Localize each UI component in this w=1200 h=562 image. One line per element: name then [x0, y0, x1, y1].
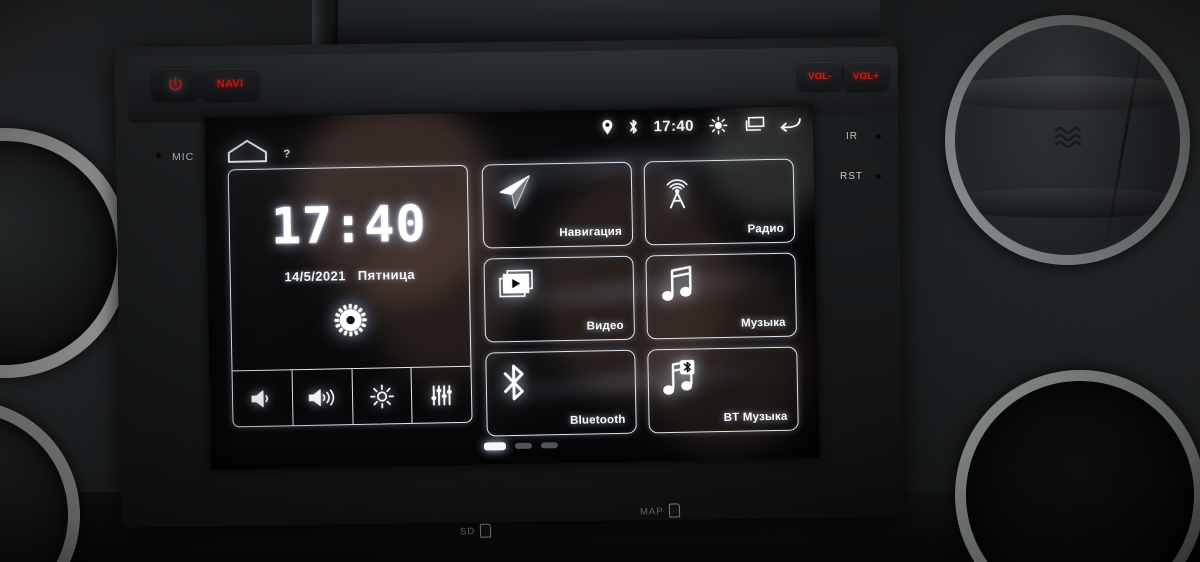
- equalizer-icon: [431, 384, 452, 406]
- tile-navigation[interactable]: Навигация: [481, 161, 634, 249]
- touchscreen-display[interactable]: 17:40 ? 17:40 14/5/2021 Пятница Навигаци…: [204, 106, 820, 470]
- tile-bluetooth-label: Bluetooth: [569, 413, 626, 427]
- air-vent-right-upper: [945, 15, 1190, 265]
- volume-up-quick-button[interactable]: [292, 369, 354, 426]
- power-button[interactable]: [151, 67, 199, 101]
- vent-blade-upper: [955, 75, 1180, 110]
- brightness-sun-icon[interactable]: [709, 115, 728, 135]
- power-icon: [168, 76, 182, 91]
- clock-panel[interactable]: 17:40 14/5/2021 Пятница: [227, 164, 473, 428]
- sd-card-icon: [479, 523, 492, 538]
- nav-row: ?: [227, 138, 290, 163]
- radio-tower-icon: [657, 170, 698, 216]
- page-indicator: [483, 441, 559, 451]
- status-bar-clock: 17:40: [653, 116, 695, 135]
- mic-hole: [156, 153, 161, 158]
- navi-button[interactable]: NAVI: [201, 67, 259, 101]
- bluetooth-music-icon: [660, 358, 703, 404]
- sun-icon: [369, 384, 394, 408]
- brightness-quick-button[interactable]: [352, 367, 413, 425]
- status-bar-right: 17:40: [601, 114, 801, 137]
- page-dot-2[interactable]: [514, 442, 533, 449]
- tile-music-label: Музыка: [740, 316, 786, 330]
- bluetooth-icon: [498, 362, 529, 410]
- volume-up-button[interactable]: VOL+: [843, 61, 889, 91]
- clock-date-row: 14/5/2021 Пятница: [284, 267, 415, 285]
- app-tiles: Навигация Радио Видео Музыка Bluetooth B…: [481, 158, 799, 437]
- tile-navigation-label: Навигация: [559, 225, 623, 240]
- sd-card-slot[interactable]: SD: [460, 523, 492, 538]
- location-pin-icon: [602, 119, 612, 135]
- music-note-icon: [659, 264, 698, 310]
- ir-hole: [876, 134, 881, 139]
- tile-bt-music-label: BT Музыка: [723, 410, 788, 424]
- home-icon[interactable]: [227, 139, 268, 164]
- sd-slot-label: SD: [459, 525, 476, 538]
- back-arrow-icon[interactable]: [780, 115, 801, 132]
- page-dot-3[interactable]: [540, 442, 559, 449]
- tile-video[interactable]: Видео: [483, 255, 636, 343]
- clock-time: 17:40: [270, 194, 428, 256]
- navi-button-label: NAVI: [216, 77, 244, 91]
- clock-date: 14/5/2021: [284, 268, 346, 285]
- dashboard-scene: NAVI VOL- VOL+ MIC IR RST SD MAP 17:40 ?…: [0, 0, 1200, 562]
- speaker-low-icon: [251, 389, 269, 407]
- equalizer-quick-button[interactable]: [412, 367, 472, 423]
- home-grid: 17:40 14/5/2021 Пятница Навигация Радио …: [227, 158, 799, 442]
- recent-apps-icon[interactable]: [743, 116, 765, 132]
- map-slot-label: MAP: [639, 505, 664, 518]
- settings-button[interactable]: [333, 303, 368, 343]
- vent-blade-split: [1102, 26, 1146, 254]
- ir-label: IR: [846, 131, 858, 142]
- help-icon[interactable]: ?: [283, 148, 290, 160]
- map-card-icon: [668, 503, 680, 518]
- bluetooth-icon: [629, 119, 637, 134]
- page-dot-1[interactable]: [483, 442, 507, 451]
- volume-down-label: VOL-: [807, 70, 833, 82]
- volume-up-label: VOL+: [852, 70, 880, 82]
- tile-music[interactable]: Музыка: [645, 252, 797, 340]
- tile-bluetooth[interactable]: Bluetooth: [485, 349, 637, 437]
- reset-hole[interactable]: [876, 174, 881, 179]
- tile-radio[interactable]: Радио: [643, 158, 796, 246]
- gear-icon: [334, 303, 367, 337]
- video-play-icon: [497, 267, 540, 307]
- volume-down-button[interactable]: VOL-: [797, 61, 843, 91]
- clock-weekday: Пятница: [357, 266, 416, 283]
- mic-label: MIC: [172, 151, 195, 163]
- navigation-arrow-icon: [495, 174, 536, 218]
- tile-radio-label: Радио: [747, 222, 785, 236]
- airflow-wave-icon: [1053, 125, 1083, 156]
- map-card-slot[interactable]: MAP: [640, 503, 680, 518]
- quick-controls-bar: [232, 365, 472, 427]
- reset-label: RST: [840, 171, 863, 182]
- speaker-high-icon: [308, 388, 335, 406]
- volume-down-quick-button[interactable]: [232, 370, 294, 427]
- tile-bt-music[interactable]: BT Музыка: [647, 346, 799, 434]
- tile-video-label: Видео: [586, 319, 624, 333]
- vent-blade-lower: [955, 188, 1180, 219]
